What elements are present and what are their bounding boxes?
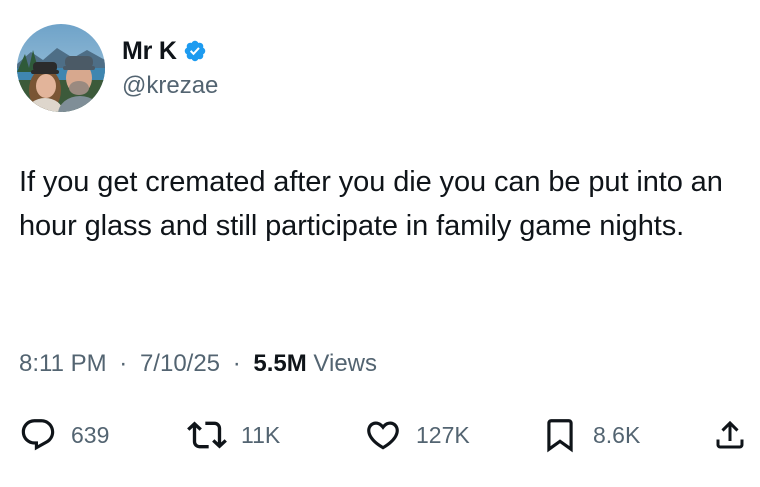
- tweet-date[interactable]: 7/10/25: [140, 350, 220, 377]
- like-button[interactable]: 127K: [364, 410, 470, 460]
- retweet-count: 11K: [241, 421, 281, 448]
- retweet-icon: [187, 415, 227, 455]
- share-icon: [712, 417, 748, 453]
- views-count: 5.5M: [253, 350, 307, 377]
- name-row: Mr K: [122, 36, 207, 66]
- tweet-text: If you get cremated after you die you ca…: [19, 166, 723, 242]
- share-button[interactable]: [712, 410, 748, 460]
- bookmark-button[interactable]: 8.6K: [541, 410, 640, 460]
- heart-icon: [364, 416, 402, 454]
- views-label: Views: [313, 350, 377, 377]
- like-count: 127K: [416, 421, 470, 448]
- tweet-meta: 8:11 PM · 7/10/25 · 5.5M Views: [19, 350, 377, 378]
- avatar[interactable]: [17, 24, 105, 112]
- retweet-button[interactable]: 11K: [187, 410, 280, 460]
- bookmark-icon: [541, 416, 579, 454]
- bookmark-count: 8.6K: [593, 421, 641, 448]
- reply-count: 639: [71, 421, 110, 448]
- tweet: Mr K @krezae If you get cremated after y…: [0, 0, 760, 487]
- tweet-time[interactable]: 8:11 PM: [19, 350, 107, 377]
- avatar-image: [17, 24, 105, 112]
- user-handle[interactable]: @krezae: [122, 72, 218, 100]
- reply-button[interactable]: 639: [19, 410, 109, 460]
- display-name[interactable]: Mr K: [122, 37, 177, 66]
- action-bar: 639 11K 127K 8.6K: [0, 410, 760, 460]
- meta-separator: ·: [232, 350, 241, 377]
- reply-icon: [19, 416, 57, 454]
- verified-badge-icon: [183, 39, 207, 63]
- meta-separator: ·: [119, 350, 128, 377]
